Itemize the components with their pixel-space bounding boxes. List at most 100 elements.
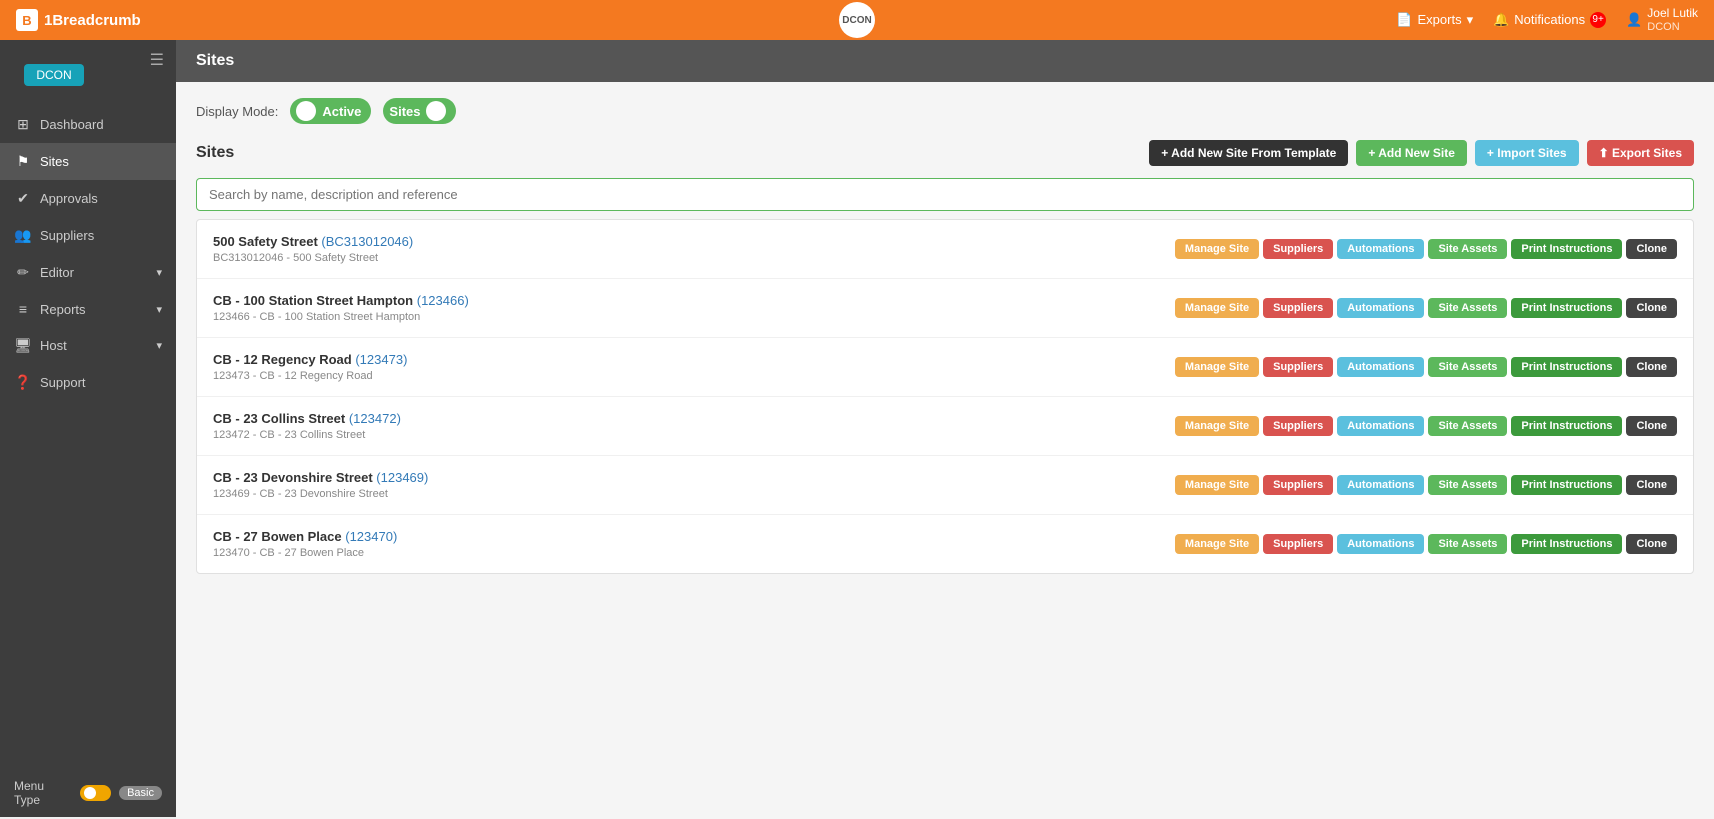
search-input[interactable] xyxy=(196,178,1694,211)
suppliers-button[interactable]: Suppliers xyxy=(1263,357,1333,377)
sidebar-item-label: Support xyxy=(40,375,86,390)
site-ref: 123466 - CB - 100 Station Street Hampton xyxy=(213,311,1163,323)
sites-actions: + Add New Site From Template + Add New S… xyxy=(1149,140,1694,166)
user-name: Joel Lutik xyxy=(1647,6,1698,20)
site-assets-button[interactable]: Site Assets xyxy=(1428,475,1507,495)
suppliers-button[interactable]: Suppliers xyxy=(1263,298,1333,318)
add-from-template-button[interactable]: + Add New Site From Template xyxy=(1149,140,1348,166)
site-name: 500 Safety Street (BC313012046) xyxy=(213,234,1163,249)
suppliers-button[interactable]: Suppliers xyxy=(1263,416,1333,436)
reports-icon: ≡ xyxy=(14,301,32,317)
suppliers-button[interactable]: Suppliers xyxy=(1263,475,1333,495)
manage-site-button[interactable]: Manage Site xyxy=(1175,534,1259,554)
sites-toggle[interactable]: Sites xyxy=(383,98,456,124)
clone-button[interactable]: Clone xyxy=(1626,475,1677,495)
site-ref: 123470 - CB - 27 Bowen Place xyxy=(213,547,1163,559)
site-assets-button[interactable]: Site Assets xyxy=(1428,416,1507,436)
sidebar-item-host[interactable]: 🖥 Host ▾ xyxy=(0,327,176,364)
clone-button[interactable]: Clone xyxy=(1626,534,1677,554)
sidebar-item-editor[interactable]: ✏ Editor ▾ xyxy=(0,254,176,291)
bell-icon: 🔔 xyxy=(1493,12,1509,28)
site-ref: 123473 - CB - 12 Regency Road xyxy=(213,370,1163,382)
automations-button[interactable]: Automations xyxy=(1337,298,1424,318)
manage-site-button[interactable]: Manage Site xyxy=(1175,475,1259,495)
sidebar-item-label: Reports xyxy=(40,302,86,317)
site-info: 500 Safety Street (BC313012046) BC313012… xyxy=(213,234,1163,264)
page-header: Sites xyxy=(176,40,1714,82)
sidebar-nav: ⊞ Dashboard ⚑ Sites ✔ Approvals 👥 Suppli… xyxy=(0,106,176,769)
display-mode-bar: Display Mode: Active Sites xyxy=(196,98,1694,124)
exports-chevron-icon: ▾ xyxy=(1467,12,1474,28)
logo-circle: DCON xyxy=(839,2,875,38)
sidebar-item-reports[interactable]: ≡ Reports ▾ xyxy=(0,291,176,327)
export-icon: 📄 xyxy=(1396,12,1412,28)
manage-site-button[interactable]: Manage Site xyxy=(1175,298,1259,318)
import-sites-button[interactable]: + Import Sites xyxy=(1475,140,1579,166)
sidebar-item-label: Approvals xyxy=(40,191,98,206)
print-instructions-button[interactable]: Print Instructions xyxy=(1511,416,1622,436)
hamburger-icon[interactable]: ☰ xyxy=(150,50,164,70)
print-instructions-button[interactable]: Print Instructions xyxy=(1511,534,1622,554)
sidebar-item-suppliers[interactable]: 👥 Suppliers xyxy=(0,217,176,254)
sidebar-item-sites[interactable]: ⚑ Sites xyxy=(0,143,176,180)
automations-button[interactable]: Automations xyxy=(1337,239,1424,259)
automations-button[interactable]: Automations xyxy=(1337,357,1424,377)
site-name: CB - 12 Regency Road (123473) xyxy=(213,352,1163,367)
exports-btn[interactable]: 📄 Exports ▾ xyxy=(1396,12,1473,28)
menu-basic-badge: Basic xyxy=(119,786,162,800)
suppliers-button[interactable]: Suppliers xyxy=(1263,239,1333,259)
manage-site-button[interactable]: Manage Site xyxy=(1175,357,1259,377)
navbar-center-logo: DCON xyxy=(839,2,875,38)
automations-button[interactable]: Automations xyxy=(1337,475,1424,495)
site-assets-button[interactable]: Site Assets xyxy=(1428,534,1507,554)
print-instructions-button[interactable]: Print Instructions xyxy=(1511,239,1622,259)
site-list: 500 Safety Street (BC313012046) BC313012… xyxy=(196,219,1694,574)
notifications-btn[interactable]: 🔔 Notifications 9+ xyxy=(1493,12,1606,28)
automations-button[interactable]: Automations xyxy=(1337,534,1424,554)
navbar: B 1Breadcrumb DCON 📄 Exports ▾ 🔔 Notific… xyxy=(0,0,1714,40)
sites-icon: ⚑ xyxy=(14,153,32,170)
menu-type-toggle[interactable] xyxy=(80,785,111,801)
sidebar-item-label: Host xyxy=(40,338,67,353)
suppliers-button[interactable]: Suppliers xyxy=(1263,534,1333,554)
add-new-site-button[interactable]: + Add New Site xyxy=(1356,140,1467,166)
clone-button[interactable]: Clone xyxy=(1626,298,1677,318)
print-instructions-button[interactable]: Print Instructions xyxy=(1511,475,1622,495)
sites-section-title: Sites xyxy=(196,144,234,162)
print-instructions-button[interactable]: Print Instructions xyxy=(1511,357,1622,377)
sidebar-item-support[interactable]: ❓ Support xyxy=(0,364,176,401)
active-toggle[interactable]: Active xyxy=(290,98,371,124)
host-icon: 🖥 xyxy=(14,337,32,354)
print-instructions-button[interactable]: Print Instructions xyxy=(1511,298,1622,318)
clone-button[interactable]: Clone xyxy=(1626,239,1677,259)
sidebar-item-approvals[interactable]: ✔ Approvals xyxy=(0,180,176,217)
site-action-buttons: Manage Site Suppliers Automations Site A… xyxy=(1175,475,1677,495)
display-mode-label: Display Mode: xyxy=(196,104,278,119)
site-info: CB - 23 Collins Street (123472) 123472 -… xyxy=(213,411,1163,441)
tenant-button[interactable]: DCON xyxy=(24,64,84,86)
menu-type-label: Menu Type xyxy=(14,779,72,807)
automations-button[interactable]: Automations xyxy=(1337,416,1424,436)
site-assets-button[interactable]: Site Assets xyxy=(1428,298,1507,318)
site-name: CB - 23 Collins Street (123472) xyxy=(213,411,1163,426)
manage-site-button[interactable]: Manage Site xyxy=(1175,416,1259,436)
brand[interactable]: B 1Breadcrumb xyxy=(16,9,141,31)
brand-name: 1Breadcrumb xyxy=(44,12,141,29)
site-action-buttons: Manage Site Suppliers Automations Site A… xyxy=(1175,298,1677,318)
main-content: Sites Display Mode: Active Sites Sites xyxy=(176,40,1714,819)
sites-header: Sites + Add New Site From Template + Add… xyxy=(196,140,1694,166)
manage-site-button[interactable]: Manage Site xyxy=(1175,239,1259,259)
menu-type-section: Menu Type Basic xyxy=(0,769,176,817)
site-assets-button[interactable]: Site Assets xyxy=(1428,357,1507,377)
export-sites-button[interactable]: ⬆ Export Sites xyxy=(1587,140,1694,166)
chevron-down-icon: ▾ xyxy=(156,266,162,279)
site-info: CB - 100 Station Street Hampton (123466)… xyxy=(213,293,1163,323)
site-assets-button[interactable]: Site Assets xyxy=(1428,239,1507,259)
user-menu[interactable]: 👤 Joel Lutik DCON xyxy=(1626,6,1698,34)
clone-button[interactable]: Clone xyxy=(1626,357,1677,377)
site-ref: BC313012046 - 500 Safety Street xyxy=(213,252,1163,264)
sidebar-item-dashboard[interactable]: ⊞ Dashboard xyxy=(0,106,176,143)
page-title: Sites xyxy=(196,52,234,69)
site-action-buttons: Manage Site Suppliers Automations Site A… xyxy=(1175,239,1677,259)
clone-button[interactable]: Clone xyxy=(1626,416,1677,436)
